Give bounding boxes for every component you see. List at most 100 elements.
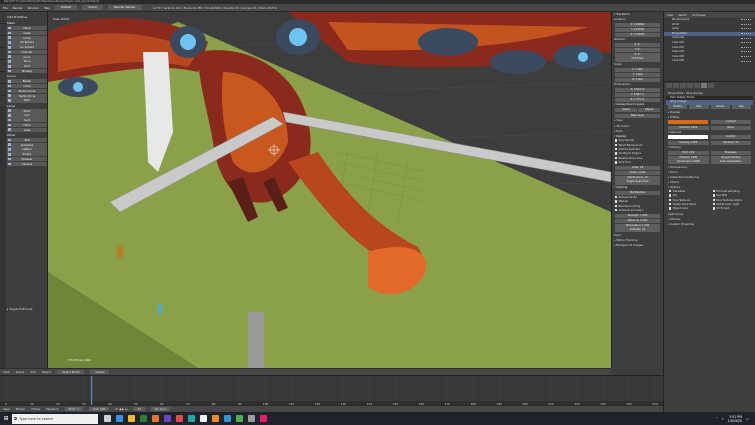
current-frame-field[interactable]: 33 (133, 407, 146, 411)
add-point-button[interactable]: Point (7, 108, 47, 113)
taskbar-app-icon[interactable] (188, 415, 195, 422)
scene-selector[interactable]: Scene (82, 5, 103, 10)
taskbar-app-icon[interactable] (224, 415, 231, 422)
dimension-z[interactable]: Z: 2.775 m (615, 97, 660, 102)
object-tab-icon[interactable] (687, 83, 693, 88)
shading-checkbox[interactable]: Ambient Occlusion (612, 209, 663, 213)
new-layer-button[interactable]: New Layer (615, 113, 660, 118)
specular-intensity[interactable]: Intensity: 0.500 (668, 140, 709, 145)
outliner-view-menu[interactable]: View (667, 14, 673, 17)
end-frame-field[interactable]: End: 250 (88, 407, 110, 411)
taskbar-app-icon[interactable] (116, 415, 123, 422)
windows-start-icon[interactable]: ⊞ (0, 412, 12, 425)
select-menu[interactable]: Select (16, 370, 25, 374)
taskbar-app-icon[interactable] (176, 415, 183, 422)
halo-tab[interactable]: Halo (731, 105, 751, 110)
add-monkey-button[interactable]: Monkey (7, 69, 47, 74)
tool-shelf-tabs[interactable] (0, 12, 6, 368)
specular-hardness[interactable]: Hardness: 50 (710, 140, 751, 145)
play-controls[interactable]: ⏮ ◀ ▶ ⏭ (115, 407, 127, 411)
shading-mode-selector[interactable]: Multitexture (615, 191, 660, 196)
option-checkbox[interactable]: UV Project (710, 207, 754, 211)
add-plane-button[interactable]: Plane (7, 26, 47, 31)
add-nurbs-circle-button[interactable]: Nurbs Circle (7, 93, 47, 98)
timeline-frame-menu[interactable]: Frame (31, 407, 40, 411)
add-lattice-button[interactable]: Lattice (7, 147, 47, 152)
tangent-shading-toggle[interactable]: Tangent Shading (710, 155, 751, 160)
timeline[interactable]: 0 10 20 30 40 50 60 70 80 90 100 110 120 130 140 150 160… (0, 375, 663, 405)
add-camera-button[interactable]: Camera (7, 161, 47, 166)
display-checkbox[interactable]: Grid Floor (612, 161, 663, 165)
specular-shader[interactable]: CookTorr (711, 135, 751, 140)
taskbar-app-icon[interactable] (260, 415, 267, 422)
grid-subdivisions[interactable]: Subdivisions: 10 (615, 175, 660, 180)
layout-selector[interactable]: Default (55, 5, 78, 10)
add-nurbs-curve-button[interactable]: Nurbs Curve (7, 88, 47, 93)
add-cone-button[interactable]: Cone (7, 54, 47, 59)
taskbar-app-icon[interactable] (212, 415, 219, 422)
specular-color-swatch[interactable] (668, 135, 708, 140)
shading-panel-header[interactable]: Shading (666, 145, 753, 150)
world-tab-icon[interactable] (680, 83, 686, 88)
scene-render[interactable] (48, 12, 611, 368)
add-torus-button[interactable]: Torus (7, 59, 47, 64)
texture-tab-icon[interactable] (708, 83, 714, 88)
notification-chevron-icon[interactable]: ˄ (716, 417, 718, 421)
outliner-display-mode[interactable]: All Scenes (692, 14, 705, 17)
taskbar-app-icon[interactable] (104, 415, 111, 422)
location-x[interactable]: X: 0.00000 (615, 22, 660, 28)
dimension-x[interactable]: X: 2.931 m (615, 88, 660, 93)
location-z[interactable]: Z: 0.00000 (615, 32, 660, 37)
menu-help[interactable]: Help (44, 6, 50, 10)
tool-section-header[interactable]: Add Primitive (7, 15, 47, 20)
add-cylinder-button[interactable]: Cylinder (7, 49, 47, 55)
add-spot-button[interactable]: Spot (7, 118, 47, 123)
shadeless-toggle[interactable]: Shadeless (710, 150, 751, 155)
object-menu[interactable]: Object (42, 370, 51, 374)
add-area-button[interactable]: Area (7, 127, 47, 132)
rotation-y[interactable]: Y: 0° (615, 47, 660, 53)
modifier-tab-icon[interactable] (694, 83, 700, 88)
gp-object-tab[interactable]: Object (638, 108, 660, 113)
location-y[interactable]: Y: 0.00000 (615, 27, 660, 32)
outliner-item[interactable]: Cube.006 (664, 59, 755, 64)
3d-viewport[interactable]: User Ortho (33) Phoenix004 (48, 12, 611, 368)
scene-tab-icon[interactable] (673, 83, 679, 88)
scale-z[interactable]: Z: 1.000 (615, 77, 660, 82)
grid-lines[interactable]: Lines: 16 (615, 166, 660, 171)
add-ico-sphere-button[interactable]: Ico Sphere (7, 45, 47, 50)
view-menu[interactable]: View (3, 370, 10, 374)
add-bezier-button[interactable]: Bezier (7, 79, 47, 84)
emit-field[interactable]: Emit: 0.00 (668, 150, 709, 155)
background-images-header[interactable]: Background Images (612, 243, 663, 248)
properties-tabs[interactable] (666, 83, 753, 89)
add-cube-button[interactable]: Cube (7, 30, 47, 35)
add-uv-sphere-button[interactable]: UV Sphere (7, 40, 47, 45)
add-sun-button[interactable]: Sun (7, 113, 47, 118)
volume-icon[interactable]: ♪ (722, 417, 724, 421)
transform-orientation[interactable]: Global (90, 370, 110, 374)
add-empty-button[interactable]: Empty (7, 152, 47, 157)
diffuse-shader[interactable]: Lambert (711, 119, 751, 124)
dimension-y[interactable]: Y: 5.887 m (615, 92, 660, 98)
add-menu[interactable]: Add (30, 370, 35, 374)
ao-attenuation[interactable]: Attenuation: 1.000 (615, 223, 660, 228)
menu-window[interactable]: Window (28, 6, 39, 10)
add-text-button[interactable]: Text (7, 137, 47, 143)
timeline-playback-menu[interactable]: Playback (46, 407, 58, 411)
material-tab-icon[interactable] (701, 83, 707, 88)
add-circle-button[interactable]: Circle (7, 84, 47, 89)
ao-samples[interactable]: Samples: 20 (615, 228, 660, 233)
grid-scale[interactable]: Scale: 1.000 (615, 170, 660, 176)
clock[interactable]: 3:51 PM 1/9/2020 (728, 415, 742, 423)
mode-selector[interactable]: Object Mode (56, 370, 85, 374)
ao-strength[interactable]: Strength: 1.000 (615, 213, 660, 219)
outliner-search-menu[interactable]: Search (678, 14, 687, 17)
taskbar-app-icon[interactable] (164, 415, 171, 422)
taskbar-app-icon[interactable] (152, 415, 159, 422)
taskbar-search-input[interactable]: Type here to search (12, 413, 98, 424)
render-tab-icon[interactable] (666, 83, 672, 88)
timeline-view-menu[interactable]: View (3, 407, 10, 411)
add-circle-button[interactable]: Circle (7, 35, 47, 40)
scale-y[interactable]: Y: 1.000 (615, 72, 660, 77)
